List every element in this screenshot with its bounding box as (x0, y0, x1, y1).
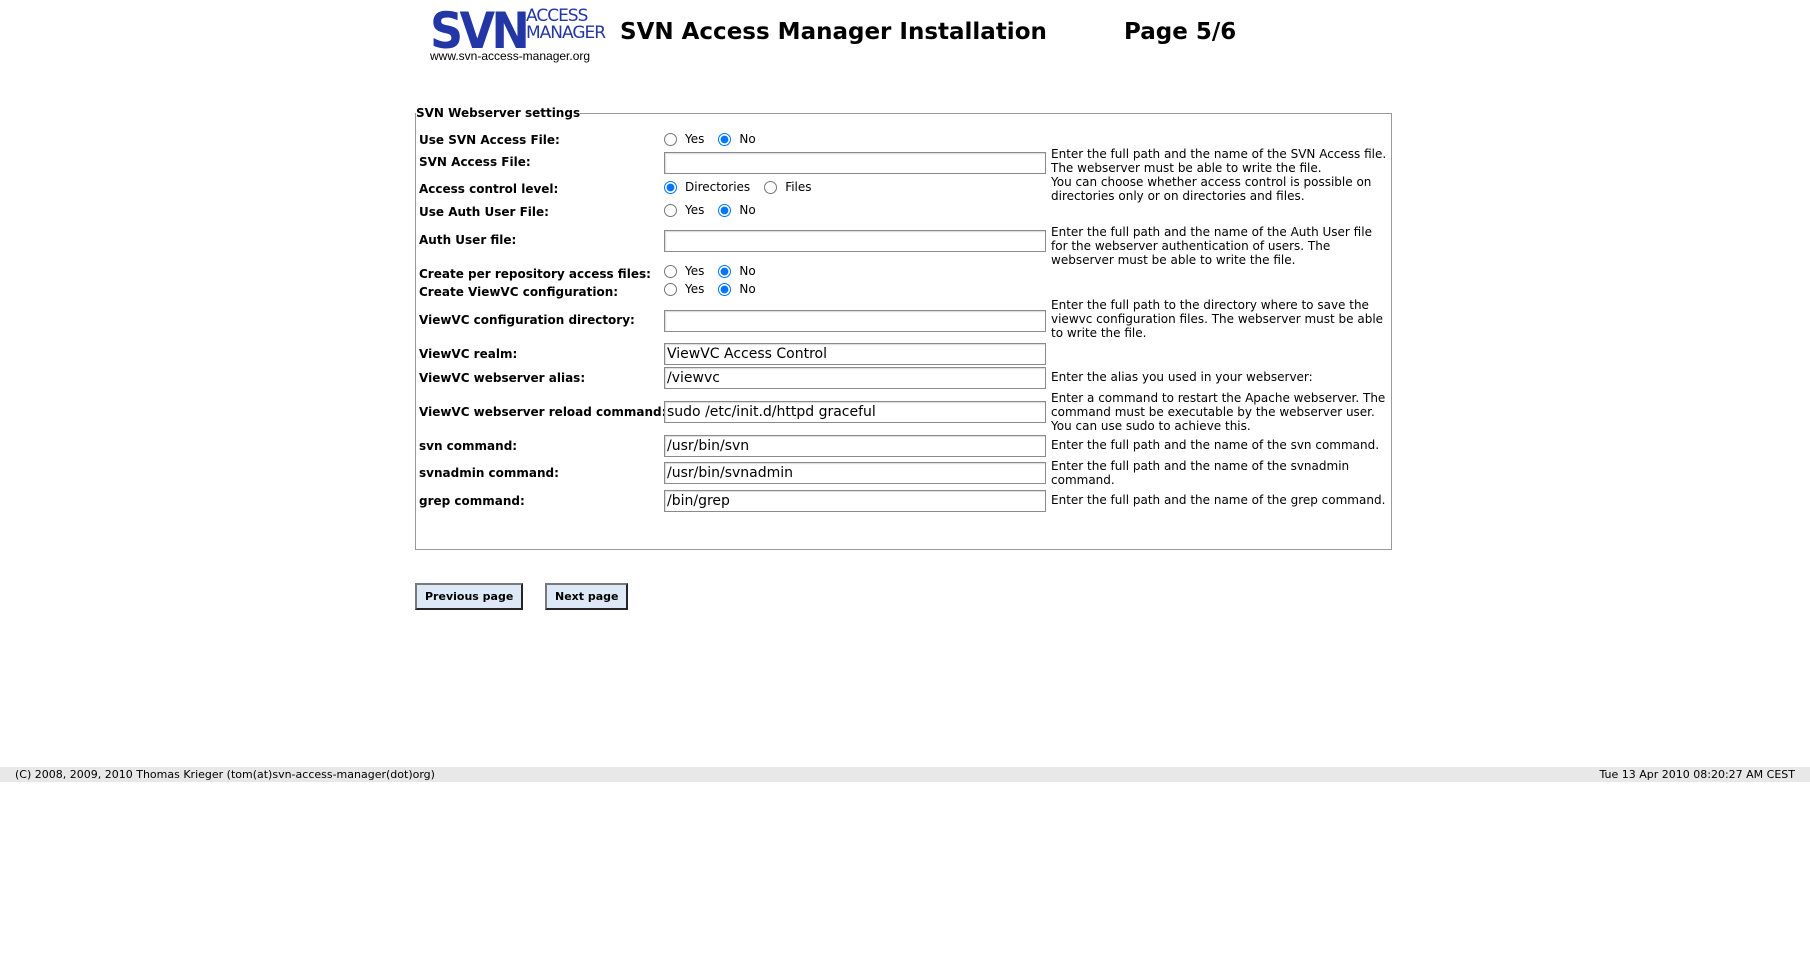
viewvc-webserver-reload-command-label: ViewVC webserver reload command: (419, 405, 667, 419)
auth-user-file-control (664, 230, 1046, 252)
viewvc-realm-input[interactable] (664, 343, 1046, 365)
viewvc-webserver-alias-input[interactable] (664, 367, 1046, 389)
auth-user-file-input[interactable] (664, 230, 1046, 252)
create-per-repository-access-files-control: Yes No (664, 264, 768, 281)
use-auth-user-file-radio-label-yes: Yes (685, 203, 705, 217)
svn-access-file-help-text: Enter the full path and the name of the … (1051, 147, 1387, 175)
use-svn-access-file-option-yes[interactable]: Yes (664, 132, 704, 146)
svn-access-file-input[interactable] (664, 152, 1046, 174)
viewvc-realm-control (664, 343, 1046, 365)
svn-access-file-control (664, 152, 1046, 174)
create-per-repository-access-files-radio-yes[interactable] (664, 264, 677, 278)
use-auth-user-file-option-yes[interactable]: Yes (664, 203, 704, 217)
viewvc-realm-label: ViewVC realm: (419, 347, 518, 361)
footer-copyright: (C) 2008, 2009, 2010 Thomas Krieger (tom… (15, 768, 435, 781)
access-control-level-option-files[interactable]: Files (764, 180, 812, 194)
svn-command-control (664, 435, 1046, 457)
use-svn-access-file-radio-label-yes: Yes (685, 132, 705, 146)
use-svn-access-file-radio-yes[interactable] (664, 132, 677, 146)
fieldset-legend: SVN Webserver settings (416, 106, 581, 120)
grep-command-input[interactable] (664, 490, 1046, 512)
create-viewvc-configuration-radio-no[interactable] (718, 282, 732, 296)
create-per-repository-access-files-radio-no[interactable] (718, 264, 732, 278)
use-auth-user-file-control: Yes No (664, 203, 768, 220)
svn-access-manager-logo: SVN ACCESS MANAGER www.svn-access-manager… (428, 2, 608, 66)
create-viewvc-configuration-control: Yes No (664, 282, 768, 299)
access-control-level-option-directories[interactable]: Directories (664, 180, 750, 194)
page-title: SVN Access Manager Installation (620, 19, 1047, 45)
viewvc-webserver-reload-command-help-text: Enter a command to restart the Apache we… (1051, 391, 1386, 433)
create-viewvc-configuration-radio-label-no: No (739, 282, 756, 296)
use-svn-access-file-option-no[interactable]: No (718, 132, 756, 146)
grep-command-help-text: Enter the full path and the name of the … (1051, 493, 1386, 507)
svnadmin-command-label: svnadmin command: (419, 466, 559, 480)
footer-timestamp: Tue 13 Apr 2010 08:20:27 AM CEST (1599, 768, 1795, 781)
create-per-repository-access-files-radio-label-yes: Yes (685, 264, 705, 278)
page-number: Page 5/6 (1124, 19, 1237, 45)
svnadmin-command-help-text: Enter the full path and the name of the … (1051, 459, 1350, 487)
access-control-level-help-text: You can choose whether access control is… (1051, 175, 1372, 203)
svn-command-help-text: Enter the full path and the name of the … (1051, 438, 1380, 452)
svn-command-input[interactable] (664, 435, 1046, 457)
previous-page-button[interactable]: Previous page (415, 583, 524, 610)
page-header: SVN ACCESS MANAGER www.svn-access-manager… (428, 2, 1268, 66)
viewvc-webserver-alias-help-text: Enter the alias you used in your webserv… (1051, 370, 1313, 384)
svnadmin-command-control (664, 462, 1046, 484)
auth-user-file-label: Auth User file: (419, 233, 517, 247)
access-control-level-label: Access control level: (419, 182, 559, 196)
use-auth-user-file-radio-no[interactable] (718, 203, 732, 217)
page-footer: (C) 2008, 2009, 2010 Thomas Krieger (tom… (0, 767, 1810, 782)
viewvc-webserver-alias-control (664, 367, 1046, 389)
create-viewvc-configuration-option-yes[interactable]: Yes (664, 282, 704, 296)
viewvc-configuration-directory-input[interactable] (664, 310, 1046, 332)
use-svn-access-file-label: Use SVN Access File: (419, 133, 560, 147)
create-per-repository-access-files-option-yes[interactable]: Yes (664, 264, 704, 278)
access-control-level-radio-directories[interactable] (664, 180, 677, 194)
create-viewvc-configuration-label: Create ViewVC configuration: (419, 285, 619, 299)
create-per-repository-access-files-option-no[interactable]: No (718, 264, 756, 278)
use-svn-access-file-control: Yes No (664, 132, 768, 149)
auth-user-file-help-text: Enter the full path and the name of the … (1051, 225, 1372, 267)
viewvc-webserver-reload-command-control (664, 401, 1046, 423)
viewvc-webserver-alias-label: ViewVC webserver alias: (419, 371, 586, 385)
viewvc-configuration-directory-label: ViewVC configuration directory: (419, 313, 635, 327)
use-auth-user-file-radio-yes[interactable] (664, 203, 677, 217)
svn-access-file-label: SVN Access File: (419, 155, 531, 169)
grep-command-label: grep command: (419, 494, 525, 508)
logo-url: www.svn-access-manager.org (430, 49, 591, 63)
use-svn-access-file-radio-no[interactable] (718, 132, 732, 146)
viewvc-configuration-directory-help-text: Enter the full path to the directory whe… (1051, 298, 1384, 340)
use-svn-access-file-radio-label-no: No (739, 132, 756, 146)
viewvc-configuration-directory-control (664, 310, 1046, 332)
use-auth-user-file-option-no[interactable]: No (718, 203, 756, 217)
access-control-level-control: Directories Files (664, 180, 824, 197)
svn-command-label: svn command: (419, 439, 518, 453)
access-control-level-radio-label-directories: Directories (685, 180, 751, 194)
create-per-repository-access-files-label: Create per repository access files: (419, 267, 651, 281)
next-page-button[interactable]: Next page (545, 583, 629, 610)
create-viewvc-configuration-radio-label-yes: Yes (685, 282, 705, 296)
access-control-level-radio-files[interactable] (764, 180, 778, 194)
use-auth-user-file-radio-label-no: No (739, 203, 756, 217)
access-control-level-radio-label-files: Files (785, 180, 812, 194)
create-viewvc-configuration-radio-yes[interactable] (664, 282, 677, 296)
grep-command-control (664, 490, 1046, 512)
svnadmin-command-input[interactable] (664, 462, 1046, 484)
create-viewvc-configuration-option-no[interactable]: No (718, 282, 756, 296)
webserver-settings-fieldset: SVN Webserver settings Use SVN Access Fi… (415, 106, 1392, 550)
logo-sub-line2: MANAGER (526, 23, 606, 43)
logo-subtitle: ACCESS MANAGER (526, 8, 606, 43)
viewvc-webserver-reload-command-input[interactable] (664, 401, 1046, 423)
create-per-repository-access-files-radio-label-no: No (739, 264, 756, 278)
use-auth-user-file-label: Use Auth User File: (419, 205, 549, 219)
